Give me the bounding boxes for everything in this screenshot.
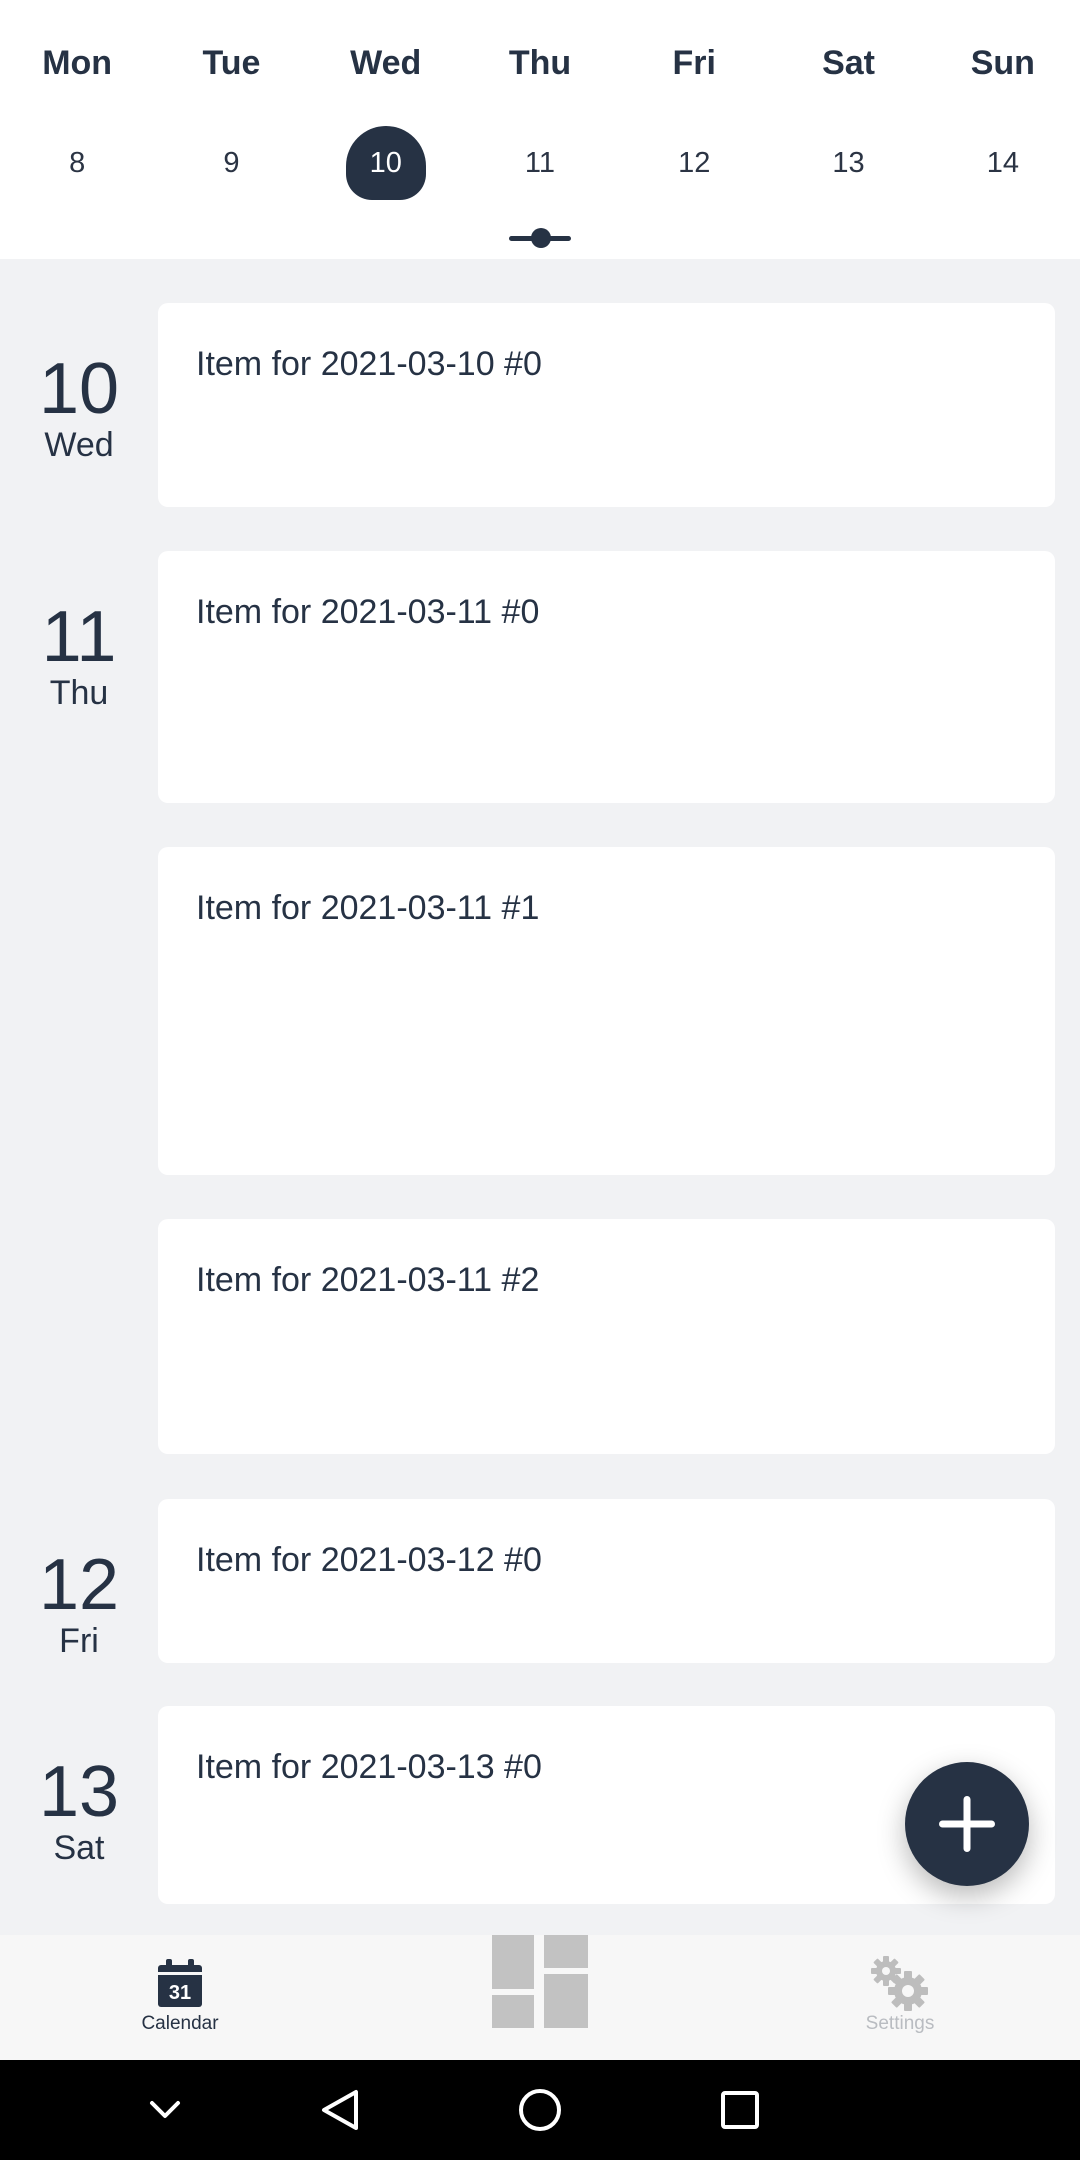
agenda-day-number: 11 (41, 597, 117, 677)
agenda-list[interactable]: 10 Wed Item for 2021-03-10 #0 11 Thu Ite… (0, 259, 1080, 1935)
expand-handle[interactable] (509, 228, 571, 248)
nav-settings-label: Settings (865, 2013, 935, 2034)
agenda-item-title: Item for 2021-03-11 #0 (196, 593, 540, 631)
agenda-day-label: 10 Wed (20, 353, 138, 465)
calendar-icon: 31 (158, 1959, 202, 2007)
weekday-label-sun: Sun (970, 43, 1035, 82)
date-number: 14 (986, 146, 1019, 179)
agenda-item-title: Item for 2021-03-11 #2 (196, 1261, 540, 1299)
agenda-day-name: Sat (53, 1829, 105, 1867)
weekday-label-thu: Thu (508, 43, 572, 82)
home-icon (519, 2089, 561, 2131)
agenda-item-card[interactable]: Item for 2021-03-12 #0 (158, 1499, 1055, 1663)
date-number: 9 (223, 146, 240, 179)
agenda-day-number: 10 (38, 349, 120, 429)
nav-calendar-label: Calendar (141, 2013, 219, 2034)
date-cell-12[interactable]: 12 (617, 126, 771, 200)
agenda-day-number: 13 (38, 1752, 120, 1832)
recents-icon (721, 2091, 759, 2129)
agenda-day-label: 12 Fri (20, 1549, 138, 1661)
date-cell-14[interactable]: 14 (926, 126, 1080, 200)
nav-calendar[interactable]: 31 Calendar (100, 1935, 260, 2060)
dashboard-icon (492, 1935, 588, 2028)
system-navigation-bar (0, 2060, 1080, 2160)
agenda-item-title: Item for 2021-03-12 #0 (196, 1541, 542, 1579)
agenda-item-card[interactable]: Item for 2021-03-11 #0 (158, 551, 1055, 803)
recents-button[interactable] (690, 2060, 790, 2160)
agenda-day-name: Fri (59, 1622, 99, 1660)
nav-settings[interactable]: Settings (820, 1935, 980, 2060)
agenda-day-label: 11 Thu (20, 601, 138, 713)
home-button[interactable] (490, 2060, 590, 2160)
date-cell-10-selected[interactable]: 10 (309, 126, 463, 200)
date-cell-13[interactable]: 13 (771, 126, 925, 200)
date-cell-9[interactable]: 9 (154, 126, 308, 200)
agenda-day-label: 13 Sat (20, 1756, 138, 1868)
date-number: 11 (524, 146, 556, 179)
add-item-fab[interactable] (905, 1762, 1029, 1886)
agenda-day-name: Thu (49, 674, 109, 712)
agenda-item-title: Item for 2021-03-13 #0 (196, 1748, 542, 1786)
nav-dashboard[interactable] (492, 1935, 588, 2060)
weekday-label-tue: Tue (202, 43, 261, 82)
agenda-item-card[interactable]: Item for 2021-03-11 #2 (158, 1219, 1055, 1454)
calendar-icon-text: 31 (169, 1982, 191, 2004)
date-number: 12 (678, 146, 711, 179)
agenda-item-card[interactable]: Item for 2021-03-11 #1 (158, 847, 1055, 1175)
agenda-item-title: Item for 2021-03-11 #1 (196, 889, 540, 927)
date-number: 8 (69, 146, 86, 179)
selected-date-number: 10 (345, 126, 426, 200)
agenda-item-card[interactable]: Item for 2021-03-10 #0 (158, 303, 1055, 507)
weekday-row: Mon Tue Wed Thu Fri Sat Sun (0, 38, 1080, 88)
weekday-label-wed: Wed (350, 43, 422, 82)
handle-dot (531, 228, 551, 248)
week-header: Mon Tue Wed Thu Fri Sat Sun 8 9 10 11 12… (0, 0, 1080, 259)
chevron-down-icon (150, 2101, 180, 2118)
weekday-label-mon: Mon (42, 43, 113, 82)
plus-icon (939, 1796, 995, 1852)
bottom-navigation: 31 Calendar Settings (0, 1935, 1080, 2060)
agenda-item-title: Item for 2021-03-10 #0 (196, 345, 542, 383)
weekday-label-fri: Fri (672, 43, 716, 82)
weekday-label-sat: Sat (822, 43, 875, 82)
back-button[interactable] (290, 2060, 390, 2160)
gears-icon (871, 1956, 928, 2011)
date-cell-11[interactable]: 11 (463, 126, 617, 200)
agenda-day-name: Wed (44, 426, 114, 464)
back-icon (322, 2090, 358, 2130)
agenda-day-number: 12 (38, 1545, 120, 1625)
hide-keyboard-button[interactable] (115, 2060, 215, 2160)
date-cell-8[interactable]: 8 (0, 126, 154, 200)
date-row: 8 9 10 11 12 13 14 (0, 126, 1080, 200)
date-number: 13 (832, 146, 865, 179)
